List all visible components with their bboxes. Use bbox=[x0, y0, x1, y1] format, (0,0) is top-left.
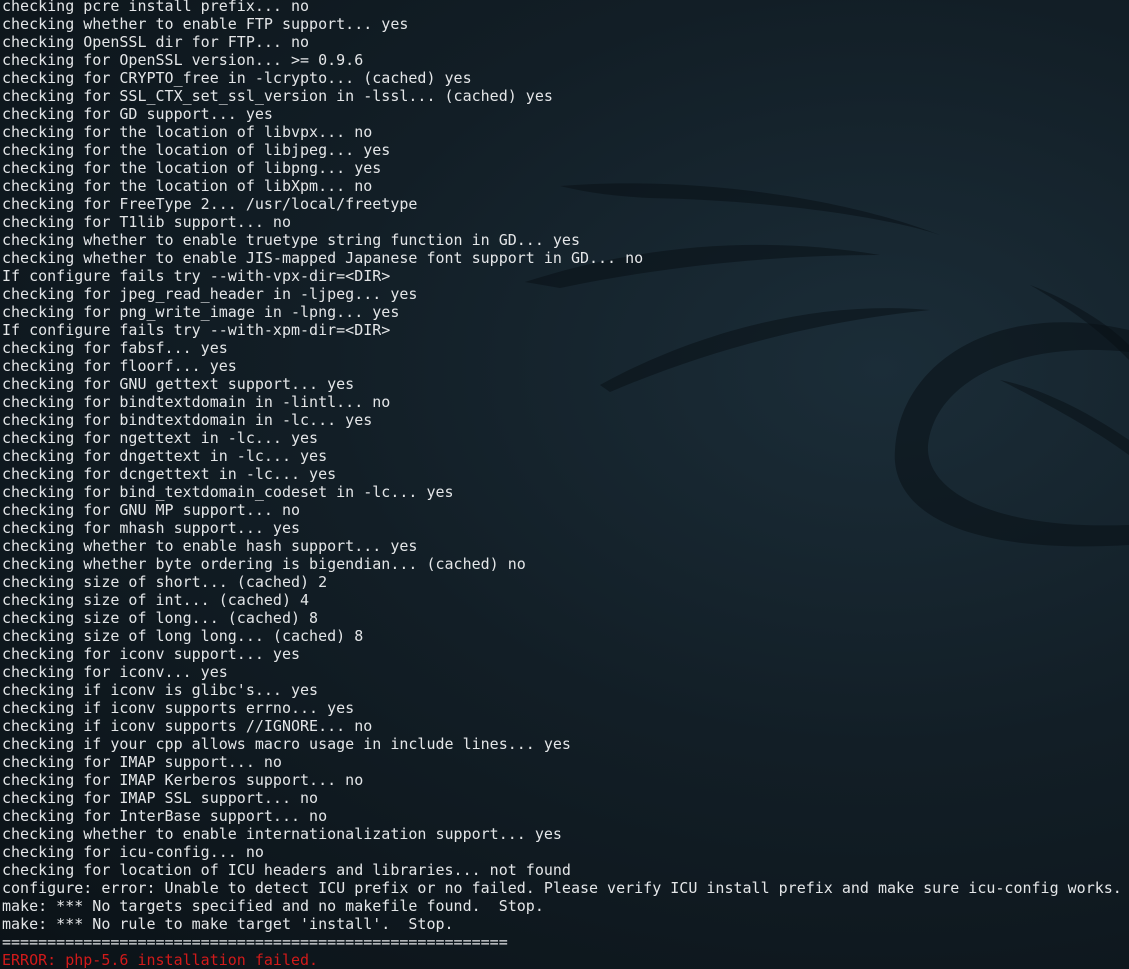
terminal-line: checking for IMAP SSL support... no bbox=[2, 789, 319, 807]
terminal-line: checking for the location of libpng... y… bbox=[2, 159, 382, 177]
terminal-line: checking if your cpp allows macro usage … bbox=[2, 735, 571, 753]
terminal-line: checking for the location of libvpx... n… bbox=[2, 123, 373, 141]
error-message-line: ERROR: php-5.6 installation failed. bbox=[2, 951, 319, 969]
terminal-line: checking for location of ICU headers and… bbox=[2, 861, 571, 879]
terminal-line: checking for GNU MP support... no bbox=[2, 501, 301, 519]
terminal-line: checking OpenSSL dir for FTP... no bbox=[2, 33, 310, 51]
terminal-line: checking for bindtextdomain in -lc... ye… bbox=[2, 411, 373, 429]
terminal-line: checking for CRYPTO_free in -lcrypto... … bbox=[2, 69, 472, 87]
terminal-line: checking for icu-config... no bbox=[2, 843, 264, 861]
terminal-line: checking for IMAP Kerberos support... no bbox=[2, 771, 364, 789]
terminal-line: ========================================… bbox=[2, 933, 508, 951]
terminal-line: checking for the location of libXpm... n… bbox=[2, 177, 373, 195]
terminal-line: checking for iconv... yes bbox=[2, 663, 228, 681]
terminal-line: checking whether to enable JIS-mapped Ja… bbox=[2, 249, 644, 267]
terminal-window[interactable]: checking pcre install prefix... no checki… bbox=[0, 0, 1129, 969]
terminal-line: checking for T1lib support... no bbox=[2, 213, 291, 231]
terminal-line: checking for GNU gettext support... yes bbox=[2, 375, 355, 393]
terminal-line: checking pcre install prefix... no bbox=[2, 0, 310, 15]
terminal-line: checking for GD support... yes bbox=[2, 105, 273, 123]
terminal-line: checking for dcngettext in -lc... yes bbox=[2, 465, 337, 483]
terminal-output: checking pcre install prefix... no checki… bbox=[2, 0, 1122, 969]
terminal-line: checking for ngettext in -lc... yes bbox=[2, 429, 319, 447]
terminal-line: checking whether byte ordering is bigend… bbox=[2, 555, 526, 573]
terminal-line: checking for InterBase support... no bbox=[2, 807, 328, 825]
terminal-line: checking if iconv supports //IGNORE... n… bbox=[2, 717, 373, 735]
terminal-line: checking for SSL_CTX_set_ssl_version in … bbox=[2, 87, 553, 105]
terminal-line: checking whether to enable hash support.… bbox=[2, 537, 418, 555]
terminal-line: If configure fails try --with-vpx-dir=<D… bbox=[2, 267, 391, 285]
terminal-line: checking if iconv supports errno... yes bbox=[2, 699, 355, 717]
terminal-line: checking for iconv support... yes bbox=[2, 645, 301, 663]
terminal-line: checking for fabsf... yes bbox=[2, 339, 228, 357]
terminal-line: checking for OpenSSL version... >= 0.9.6 bbox=[2, 51, 364, 69]
terminal-line: checking size of long... (cached) 8 bbox=[2, 609, 319, 627]
terminal-line: checking size of int... (cached) 4 bbox=[2, 591, 310, 609]
terminal-line: checking size of long long... (cached) 8 bbox=[2, 627, 364, 645]
terminal-line: checking whether to enable FTP support..… bbox=[2, 15, 409, 33]
terminal-line: checking for mhash support... yes bbox=[2, 519, 301, 537]
terminal-line: checking for dngettext in -lc... yes bbox=[2, 447, 328, 465]
terminal-line: checking for jpeg_read_header in -ljpeg.… bbox=[2, 285, 418, 303]
terminal-line: make: *** No targets specified and no ma… bbox=[2, 897, 544, 915]
terminal-line: checking for bind_textdomain_codeset in … bbox=[2, 483, 454, 501]
terminal-line: checking for bindtextdomain in -lintl...… bbox=[2, 393, 391, 411]
terminal-line: checking for floorf... yes bbox=[2, 357, 237, 375]
terminal-line: checking for IMAP support... no bbox=[2, 753, 282, 771]
terminal-line: checking whether to enable international… bbox=[2, 825, 562, 843]
terminal-line: make: *** No rule to make target 'instal… bbox=[2, 915, 454, 933]
terminal-line: checking if iconv is glibc's... yes bbox=[2, 681, 319, 699]
terminal-line: If configure fails try --with-xpm-dir=<D… bbox=[2, 321, 391, 339]
terminal-line: checking whether to enable truetype stri… bbox=[2, 231, 580, 249]
terminal-line: checking for png_write_image in -lpng...… bbox=[2, 303, 400, 321]
terminal-line: configure: error: Unable to detect ICU p… bbox=[2, 879, 1122, 897]
terminal-line: checking size of short... (cached) 2 bbox=[2, 573, 328, 591]
terminal-line: checking for FreeType 2... /usr/local/fr… bbox=[2, 195, 418, 213]
terminal-line: checking for the location of libjpeg... … bbox=[2, 141, 391, 159]
